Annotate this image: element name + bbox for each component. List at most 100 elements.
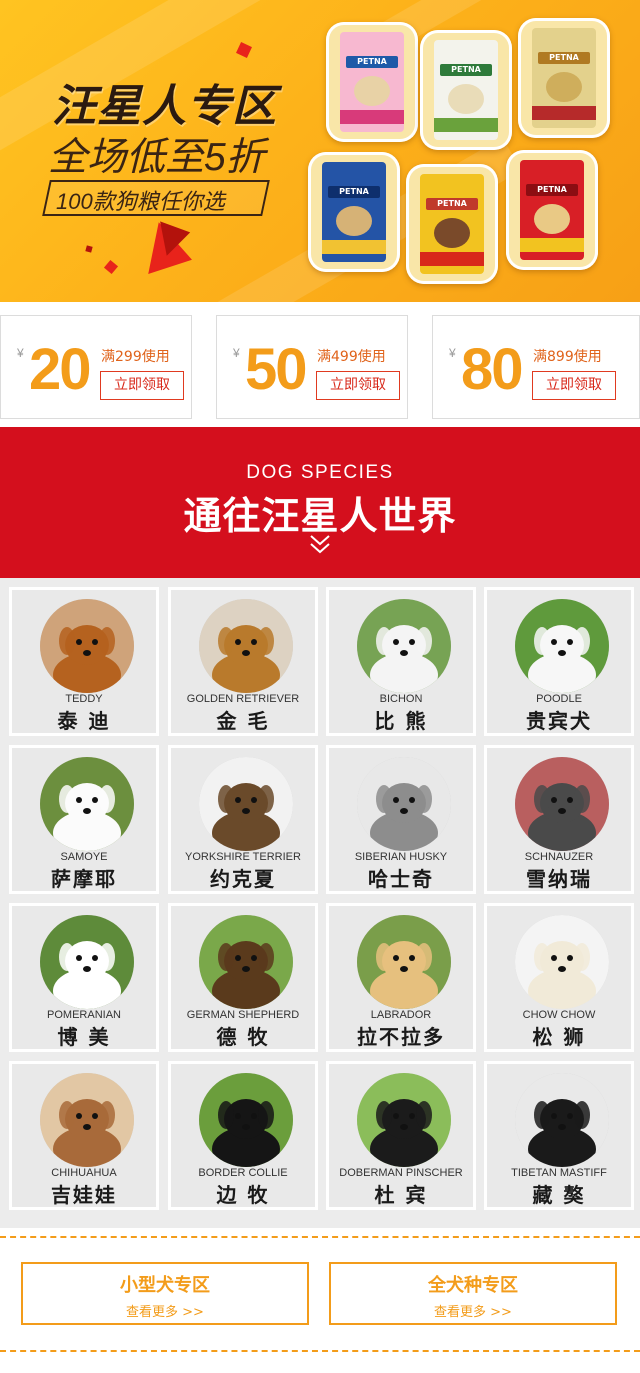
bag-band <box>434 118 498 132</box>
bag-band <box>340 110 404 124</box>
zone-title: 小型犬专区 <box>120 1275 210 1296</box>
breed-name-chinese: 吉娃娃 <box>51 1183 117 1207</box>
dog-breed-card[interactable]: CHOW CHOW 松 狮 <box>484 903 634 1052</box>
species-section-header: DOG SPECIES 通往汪星人世界 <box>0 427 640 578</box>
food-bag-slot[interactable]: PETNA <box>326 22 418 142</box>
bag-band <box>322 240 386 254</box>
dog-photo <box>515 915 609 1009</box>
coupon-card[interactable]: ¥ 80 满899使用 立即领取 <box>432 315 640 419</box>
dog-breed-card[interactable]: GOLDEN RETRIEVER 金 毛 <box>168 587 318 736</box>
coupon-condition: 满299使用 <box>101 349 170 365</box>
breed-name-english: POMERANIAN <box>47 1009 121 1021</box>
decor-shard <box>85 245 93 253</box>
coupon-card[interactable]: ¥ 50 满499使用 立即领取 <box>216 315 408 419</box>
breed-name-english: LABRADOR <box>370 1009 432 1021</box>
all-breeds-zone-button[interactable]: 全犬种专区 查看更多 >> <box>329 1262 617 1325</box>
dog-photo <box>199 757 293 851</box>
food-bag-image: PETNA <box>520 160 584 260</box>
dog-photo <box>515 599 609 693</box>
bag-dog-shape <box>534 204 570 234</box>
dog-photo <box>357 599 451 693</box>
food-bag-slot[interactable]: PETNA <box>506 150 598 270</box>
food-bag-slot[interactable]: PETNA <box>420 30 512 150</box>
section-title: 通往汪星人世界 <box>183 494 457 538</box>
dog-photo <box>40 757 134 851</box>
dog-breed-card[interactable]: POMERANIAN 博 美 <box>9 903 159 1052</box>
breed-name-chinese: 博 美 <box>57 1025 111 1049</box>
breed-name-english: GERMAN SHEPHERD <box>186 1009 300 1021</box>
dog-breed-card[interactable]: BICHON 比 熊 <box>326 587 476 736</box>
food-bag-slot[interactable]: PETNA <box>308 152 400 272</box>
dog-breed-card[interactable]: GERMAN SHEPHERD 德 牧 <box>168 903 318 1052</box>
dog-photo <box>515 1073 609 1167</box>
bag-dog-shape <box>336 206 372 236</box>
food-bag-image: PETNA <box>322 162 386 262</box>
view-more-link[interactable]: 查看更多 >> <box>23 1301 307 1320</box>
coupon-condition: 满499使用 <box>317 349 386 365</box>
breed-name-english: SIBERIAN HUSKY <box>354 851 448 863</box>
coupon-amount: 20 <box>29 337 91 402</box>
breed-name-english: BICHON <box>379 693 423 705</box>
dog-breed-card[interactable]: TIBETAN MASTIFF 藏 獒 <box>484 1061 634 1210</box>
bag-brand: PETNA <box>328 186 380 198</box>
banner-tag: 100款狗粮任你选 <box>56 189 225 214</box>
breed-name-chinese: 边 牧 <box>216 1183 270 1207</box>
claim-coupon-button[interactable]: 立即领取 <box>532 371 616 400</box>
view-more-link[interactable]: 查看更多 >> <box>331 1301 615 1320</box>
bag-brand: PETNA <box>426 198 478 210</box>
dog-breed-card[interactable]: BORDER COLLIE 边 牧 <box>168 1061 318 1210</box>
bag-dog-shape <box>448 84 484 114</box>
food-bag-image: PETNA <box>340 32 404 132</box>
food-bag-image: PETNA <box>434 40 498 140</box>
currency-symbol: ¥ <box>449 346 456 360</box>
banner-subtitle: 全场低至5折 <box>48 136 265 179</box>
dog-breed-card[interactable]: DOBERMAN PINSCHER 杜 宾 <box>326 1061 476 1210</box>
bag-brand: PETNA <box>538 52 590 64</box>
food-bag-slot[interactable]: PETNA <box>406 164 498 284</box>
dog-species-grid: TEDDY 泰 迪 GOLDEN RETRIEVER 金 毛 BICHON 比 熊 POOD… <box>0 578 640 1228</box>
dog-breed-card[interactable]: YORKSHIRE TERRIER 约克夏 <box>168 745 318 894</box>
breed-name-chinese: 德 牧 <box>216 1025 270 1049</box>
bag-dog-shape <box>546 72 582 102</box>
breed-name-english: SCHNAUZER <box>524 851 594 863</box>
decor-shard <box>103 259 119 275</box>
dog-breed-card[interactable]: CHIHUAHUA 吉娃娃 <box>9 1061 159 1210</box>
breed-name-english: BORDER COLLIE <box>198 1167 288 1179</box>
breed-name-english: CHIHUAHUA <box>51 1167 117 1179</box>
breed-name-english: TIBETAN MASTIFF <box>511 1167 607 1179</box>
section-eyebrow: DOG SPECIES <box>246 462 394 483</box>
coupon-card[interactable]: ¥ 20 满299使用 立即领取 <box>0 315 192 419</box>
dog-breed-card[interactable]: SIBERIAN HUSKY 哈士奇 <box>326 745 476 894</box>
claim-coupon-button[interactable]: 立即领取 <box>316 371 400 400</box>
dog-photo <box>40 599 134 693</box>
breed-name-chinese: 哈士奇 <box>368 867 434 891</box>
dog-breed-card[interactable]: TEDDY 泰 迪 <box>9 587 159 736</box>
breed-name-chinese: 杜 宾 <box>374 1183 428 1207</box>
breed-name-chinese: 比 熊 <box>374 709 428 733</box>
dog-breed-card[interactable]: POODLE 贵宾犬 <box>484 587 634 736</box>
dog-photo <box>40 1073 134 1167</box>
breed-name-english: SAMOYE <box>60 851 108 863</box>
dog-breed-card[interactable]: SAMOYE 萨摩耶 <box>9 745 159 894</box>
small-dog-zone-button[interactable]: 小型犬专区 查看更多 >> <box>21 1262 309 1325</box>
food-bag-slot[interactable]: PETNA <box>518 18 610 138</box>
breed-name-english: TEDDY <box>65 693 103 705</box>
bag-band <box>420 252 484 266</box>
dog-photo <box>199 915 293 1009</box>
coupon-amount: 80 <box>461 337 523 402</box>
breed-name-chinese: 约克夏 <box>210 867 276 891</box>
chevron-down-icon <box>310 535 330 554</box>
bag-band <box>520 238 584 252</box>
dog-photo <box>357 1073 451 1167</box>
dog-photo <box>199 599 293 693</box>
coupon-amount: 50 <box>245 337 307 402</box>
currency-symbol: ¥ <box>233 346 240 360</box>
dog-breed-card[interactable]: SCHNAUZER 雪纳瑞 <box>484 745 634 894</box>
dog-breed-card[interactable]: LABRADOR 拉不拉多 <box>326 903 476 1052</box>
claim-coupon-button[interactable]: 立即领取 <box>100 371 184 400</box>
dog-photo <box>199 1073 293 1167</box>
currency-symbol: ¥ <box>17 346 24 360</box>
coupon-condition: 满899使用 <box>533 349 602 365</box>
promo-banner[interactable]: 汪星人专区 全场低至5折 100款狗粮任你选 PETNA PETNA PETNA… <box>0 0 640 302</box>
breed-name-english: GOLDEN RETRIEVER <box>186 693 300 705</box>
